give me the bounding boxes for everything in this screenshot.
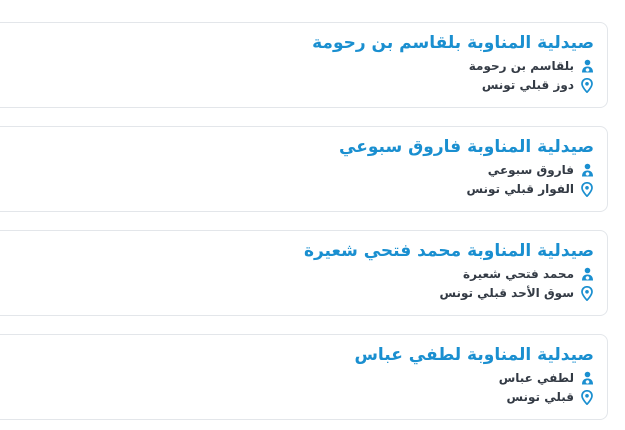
pharmacy-title[interactable]: صيدلية المناوبة بلقاسم بن رحومة	[312, 33, 594, 53]
location-pin-icon	[580, 181, 594, 197]
pharmacy-owner-row: فاروق سبوعي	[488, 163, 594, 177]
pharmacist-icon	[580, 59, 594, 73]
pharmacy-address: الفوار قبلي تونس	[466, 182, 574, 196]
pharmacy-owner-row: محمد فتحي شعيرة	[463, 267, 594, 281]
pharmacy-card[interactable]: صيدلية المناوبة بلقاسم بن رحومة بلقاسم ب…	[0, 22, 608, 108]
pharmacy-title[interactable]: صيدلية المناوبة محمد فتحي شعيرة	[304, 241, 594, 261]
pharmacy-owner: فاروق سبوعي	[487, 163, 574, 177]
pharmacist-icon	[580, 267, 594, 281]
pharmacist-icon	[580, 163, 594, 177]
pharmacy-owner-row: لطفي عباس	[499, 371, 594, 385]
pharmacy-address-row: الفوار قبلي تونس	[466, 181, 594, 197]
pharmacy-title[interactable]: صيدلية المناوبة لطفي عباس	[354, 345, 594, 365]
pharmacy-list: صيدلية المناوبة بلقاسم بن رحومة بلقاسم ب…	[0, 0, 625, 430]
pharmacy-address: دوز قبلي تونس	[481, 78, 574, 92]
pharmacy-card[interactable]: صيدلية المناوبة لطفي عباس لطفي عباس قبلي…	[0, 334, 608, 420]
pharmacy-owner: لطفي عباس	[498, 371, 574, 385]
pharmacy-title[interactable]: صيدلية المناوبة فاروق سبوعي	[339, 137, 594, 157]
pharmacy-address-row: دوز قبلي تونس	[481, 77, 594, 93]
pharmacy-address: سوق الأحد قبلي تونس	[439, 286, 574, 300]
pharmacy-card[interactable]: صيدلية المناوبة فاروق سبوعي فاروق سبوعي …	[0, 126, 608, 212]
pharmacy-owner: بلقاسم بن رحومة	[468, 59, 574, 73]
location-pin-icon	[580, 285, 594, 301]
location-pin-icon	[580, 389, 594, 405]
location-pin-icon	[580, 77, 594, 93]
pharmacy-address-row: قبلي تونس	[506, 389, 594, 405]
pharmacy-owner: محمد فتحي شعيرة	[463, 267, 574, 281]
pharmacy-owner-row: بلقاسم بن رحومة	[469, 59, 594, 73]
pharmacy-address: قبلي تونس	[506, 390, 574, 404]
pharmacy-address-row: سوق الأحد قبلي تونس	[439, 285, 594, 301]
pharmacy-card[interactable]: صيدلية المناوبة محمد فتحي شعيرة محمد فتح…	[0, 230, 608, 316]
pharmacist-icon	[580, 371, 594, 385]
